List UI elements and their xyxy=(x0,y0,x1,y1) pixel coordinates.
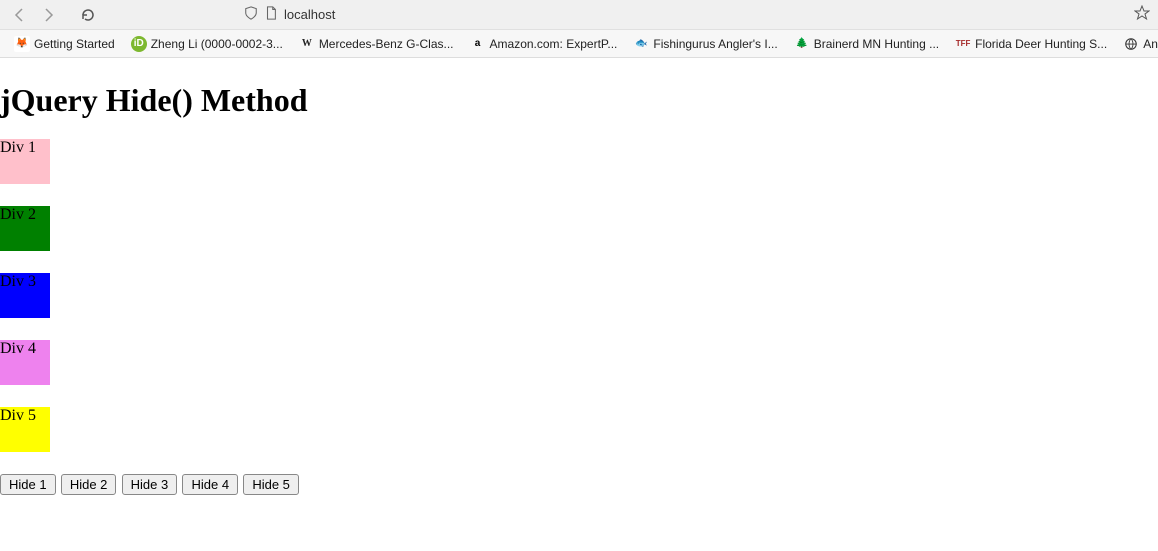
bookmark-another-res[interactable]: Another res xyxy=(1117,34,1158,54)
div-label: Div 3 xyxy=(0,273,36,290)
bookmark-amazon[interactable]: a Amazon.com: ExpertP... xyxy=(464,34,624,54)
star-icon[interactable] xyxy=(1134,5,1150,24)
div-box-4: Div 4 xyxy=(0,340,50,385)
bookmark-florida-deer[interactable]: TFF Florida Deer Hunting S... xyxy=(949,34,1113,54)
reload-button[interactable] xyxy=(76,3,100,27)
globe-icon xyxy=(1123,36,1139,52)
div-box-1: Div 1 xyxy=(0,139,50,184)
url-text: localhost xyxy=(284,7,335,22)
wikipedia-icon: W xyxy=(299,36,315,52)
bookmark-label: Fishingurus Angler's I... xyxy=(653,37,777,51)
bookmark-label: Amazon.com: ExpertP... xyxy=(490,37,618,51)
bookmarks-bar: 🦊 Getting Started iD Zheng Li (0000-0002… xyxy=(0,30,1158,58)
address-bar[interactable]: localhost xyxy=(244,6,1130,23)
bookmark-label: Brainerd MN Hunting ... xyxy=(814,37,939,51)
tff-icon: TFF xyxy=(955,36,971,52)
tree-icon: 🌲 xyxy=(794,36,810,52)
bookmark-mercedes[interactable]: W Mercedes-Benz G-Clas... xyxy=(293,34,460,54)
div-label: Div 4 xyxy=(0,340,36,357)
page-content: jQuery Hide() Method Div 1 Div 2 Div 3 D… xyxy=(0,58,1158,495)
hide-2-button[interactable]: Hide 2 xyxy=(61,474,117,495)
amazon-icon: a xyxy=(470,36,486,52)
fish-icon: 🐟 xyxy=(633,36,649,52)
hide-1-button[interactable]: Hide 1 xyxy=(0,474,56,495)
forward-button[interactable] xyxy=(36,3,60,27)
bookmark-fishingurus[interactable]: 🐟 Fishingurus Angler's I... xyxy=(627,34,783,54)
bookmark-brainerd[interactable]: 🌲 Brainerd MN Hunting ... xyxy=(788,34,945,54)
div-box-2: Div 2 xyxy=(0,206,50,251)
bookmark-label: Mercedes-Benz G-Clas... xyxy=(319,37,454,51)
hide-3-button[interactable]: Hide 3 xyxy=(122,474,178,495)
bookmark-zheng-li[interactable]: iD Zheng Li (0000-0002-3... xyxy=(125,34,289,54)
bookmark-getting-started[interactable]: 🦊 Getting Started xyxy=(8,34,121,54)
hide-4-button[interactable]: Hide 4 xyxy=(182,474,238,495)
back-button[interactable] xyxy=(8,3,32,27)
button-row: Hide 1 Hide 2 Hide 3 Hide 4 Hide 5 xyxy=(0,474,1158,495)
firefox-icon: 🦊 xyxy=(14,36,30,52)
div-label: Div 2 xyxy=(0,206,36,223)
browser-toolbar: localhost xyxy=(0,0,1158,30)
shield-icon xyxy=(244,6,258,23)
orcid-icon: iD xyxy=(131,36,147,52)
div-label: Div 1 xyxy=(0,139,36,156)
page-icon xyxy=(264,6,278,23)
bookmark-label: Another res xyxy=(1143,37,1158,51)
page-heading: jQuery Hide() Method xyxy=(0,82,1158,119)
bookmark-label: Zheng Li (0000-0002-3... xyxy=(151,37,283,51)
hide-5-button[interactable]: Hide 5 xyxy=(243,474,299,495)
div-label: Div 5 xyxy=(0,407,36,424)
div-box-5: Div 5 xyxy=(0,407,50,452)
bookmark-label: Florida Deer Hunting S... xyxy=(975,37,1107,51)
div-box-3: Div 3 xyxy=(0,273,50,318)
bookmark-label: Getting Started xyxy=(34,37,115,51)
